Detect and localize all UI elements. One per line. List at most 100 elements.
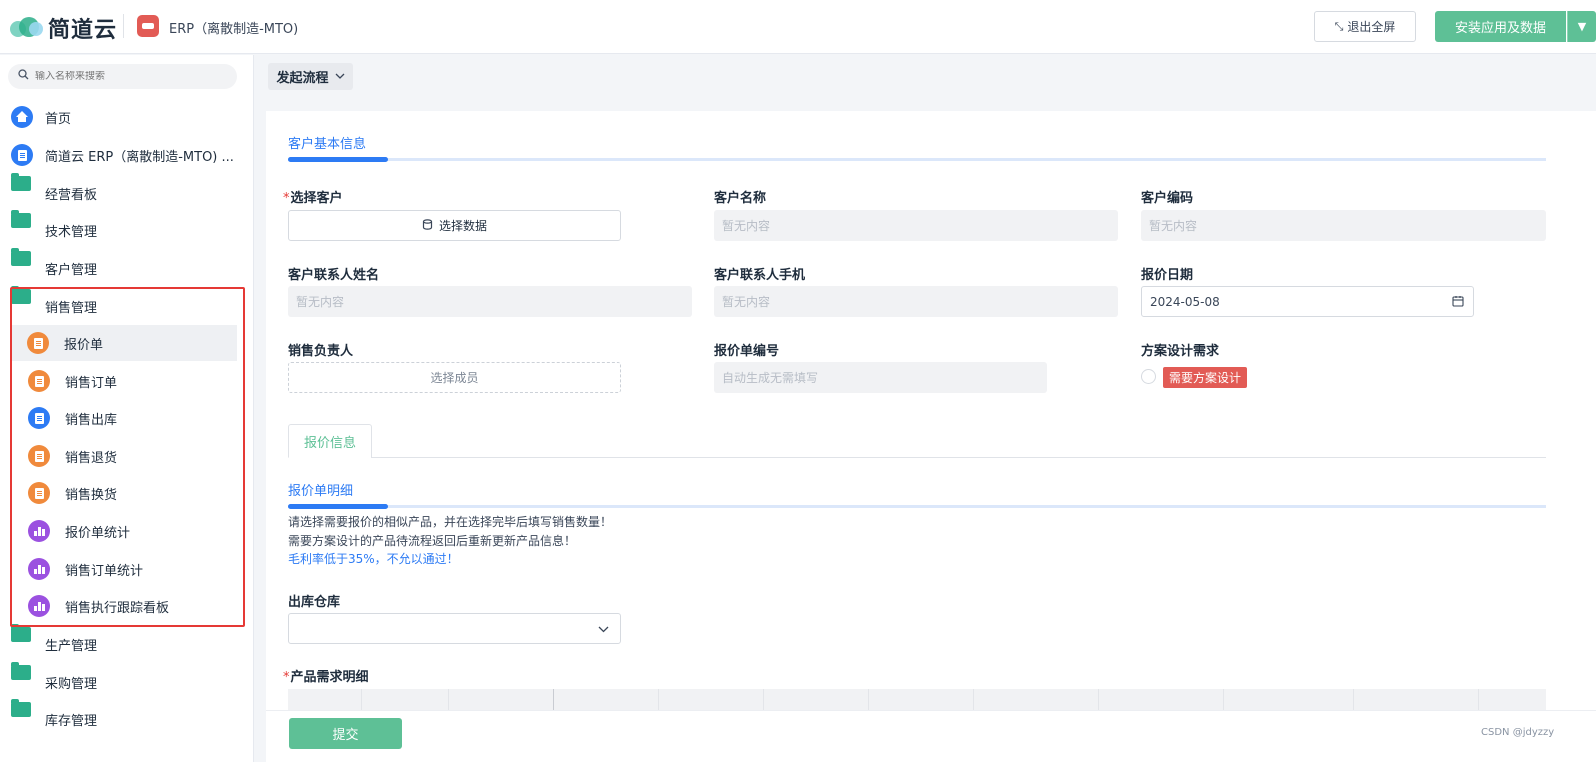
sidebar-item-sales-outbound[interactable]: 销售出库 <box>0 400 254 436</box>
select-customer-label: *选择客户 <box>283 191 343 206</box>
sidebar-item-purchase[interactable]: 采购管理 <box>0 662 254 700</box>
sidebar-item-label: 销售换货 <box>65 487 118 503</box>
section-underline <box>288 504 1546 509</box>
form-icon <box>28 370 50 392</box>
sidebar-item-label: 库存管理 <box>45 713 98 729</box>
install-app-button[interactable]: 安装应用及数据 <box>1435 11 1566 42</box>
sidebar-item-label: 简道云 ERP（离散制造-MTO) ... <box>45 149 234 165</box>
calendar-icon[interactable] <box>1452 295 1464 310</box>
design-need-radio[interactable] <box>1141 369 1156 384</box>
sidebar-item-label: 技术管理 <box>45 224 98 240</box>
quote-no-field: 自动生成无需填写 <box>714 362 1047 393</box>
header-divider <box>123 14 124 38</box>
document-icon <box>11 144 33 166</box>
logo-text: 简道云 <box>48 18 118 43</box>
sidebar-item-sales-return[interactable]: 销售退货 <box>0 438 254 474</box>
product-detail-label: *产品需求明细 <box>283 670 369 685</box>
sidebar-item-label: 报价单统计 <box>65 525 131 541</box>
sales-owner-label: 销售负责人 <box>288 344 354 359</box>
exit-fullscreen-label: 退出全屏 <box>1347 20 1396 34</box>
search-icon <box>18 69 29 84</box>
chevron-down-icon: ▼ <box>1577 20 1587 33</box>
install-dropdown-button[interactable]: ▼ <box>1567 11 1596 42</box>
section-underline <box>288 157 1546 162</box>
section-title-basic: 客户基本信息 <box>288 137 367 152</box>
sidebar-item-label: 销售订单统计 <box>65 563 144 579</box>
select-data-label: 选择数据 <box>438 219 487 233</box>
form-icon <box>28 482 50 504</box>
warehouse-select[interactable] <box>288 613 621 644</box>
quote-date-value: 2024-05-08 <box>1150 294 1220 309</box>
design-need-label: 方案设计需求 <box>1141 344 1220 359</box>
folder-open-icon <box>11 286 31 304</box>
sidebar-item-home[interactable]: 首页 <box>0 99 254 135</box>
sidebar-item-sales-tracking[interactable]: 销售执行跟踪看板 <box>0 588 254 624</box>
form-icon <box>27 332 49 354</box>
sidebar-item-tech[interactable]: 技术管理 <box>0 210 254 248</box>
tab-divider <box>371 457 1546 458</box>
start-flow-label: 发起流程 <box>276 71 329 86</box>
form-icon <box>28 407 50 429</box>
form-card <box>266 111 1596 762</box>
sidebar-item-dashboard[interactable]: 经营看板 <box>0 173 254 211</box>
design-need-option[interactable]: 需要方案设计 <box>1163 367 1248 388</box>
folder-icon <box>11 248 31 266</box>
quote-date-label: 报价日期 <box>1141 268 1194 283</box>
top-bar: 简道云 ERP（离散制造-MTO) ⤡ 退出全屏 安装应用及数据 ▼ <box>0 0 1596 54</box>
form-icon <box>28 445 50 467</box>
sidebar-item-label: 经营看板 <box>45 187 98 203</box>
folder-icon <box>11 699 31 717</box>
sidebar-item-label: 采购管理 <box>45 676 98 692</box>
sidebar-item-label: 首页 <box>45 111 72 127</box>
sidebar-item-sales-order[interactable]: 销售订单 <box>0 363 254 399</box>
sidebar-item-inventory[interactable]: 库存管理 <box>0 699 254 737</box>
sidebar-item-sales[interactable]: 销售管理 <box>0 286 254 324</box>
chevron-down-icon <box>335 73 344 79</box>
chart-icon <box>28 558 50 580</box>
sidebar-item-quotation[interactable]: 报价单 <box>12 325 237 361</box>
logo-icon <box>10 14 46 42</box>
select-member-button[interactable]: 选择成员 <box>288 362 621 393</box>
sidebar-item-quote-stats[interactable]: 报价单统计 <box>0 513 254 549</box>
folder-icon <box>11 210 31 228</box>
search-box[interactable] <box>8 64 237 89</box>
contact-name-label: 客户联系人姓名 <box>288 268 380 283</box>
app-icon <box>137 15 159 37</box>
select-data-button[interactable]: 选择数据 <box>288 210 621 241</box>
warehouse-label: 出库仓库 <box>288 595 341 610</box>
logo[interactable]: 简道云 <box>10 12 117 44</box>
watermark: CSDN @jdyzzy <box>1481 727 1555 738</box>
form-footer <box>266 710 1596 762</box>
sidebar-item-label: 报价单 <box>64 337 104 353</box>
app-title: ERP（离散制造-MTO) <box>169 22 299 37</box>
customer-code-label: 客户编码 <box>1141 191 1194 206</box>
database-icon <box>422 218 433 233</box>
sidebar-item-label: 销售订单 <box>65 375 118 391</box>
chart-icon <box>28 595 50 617</box>
exit-fullscreen-button[interactable]: ⤡ 退出全屏 <box>1314 11 1416 42</box>
sidebar-item-sales-exchange[interactable]: 销售换货 <box>0 475 254 511</box>
tab-quote-info[interactable]: 报价信息 <box>288 424 372 458</box>
sidebar-item-label: 销售出库 <box>65 412 118 428</box>
sidebar-item-label: 销售执行跟踪看板 <box>65 600 170 616</box>
submit-button[interactable]: 提交 <box>289 718 402 749</box>
collapse-icon: ⤡ <box>1334 19 1344 33</box>
sidebar-item-customer[interactable]: 客户管理 <box>0 248 254 286</box>
sidebar-item-production[interactable]: 生产管理 <box>0 624 254 662</box>
customer-name-field: 暂无内容 <box>714 210 1118 241</box>
instruction-note-2: 需要方案设计的产品待流程返回后重新更新产品信息！ <box>288 534 577 548</box>
quote-no-label: 报价单编号 <box>714 344 780 359</box>
chart-icon <box>28 520 50 542</box>
instruction-note-3: 毛利率低于35%，不允以通过！ <box>288 552 459 566</box>
sidebar-item-order-stats[interactable]: 销售订单统计 <box>0 551 254 587</box>
folder-icon <box>11 173 31 191</box>
instruction-note-1: 请选择需要报价的相似产品，并在选择完毕后填写销售数量！ <box>288 515 613 529</box>
quote-date-input[interactable]: 2024-05-08 <box>1141 286 1474 317</box>
search-input[interactable] <box>35 71 225 82</box>
product-table-header <box>288 689 1546 711</box>
sidebar-item-label: 客户管理 <box>45 262 98 278</box>
contact-name-field: 暂无内容 <box>288 286 692 317</box>
start-flow-dropdown[interactable]: 发起流程 <box>268 63 353 90</box>
sidebar-item-erp-intro[interactable]: 简道云 ERP（离散制造-MTO) ... <box>0 137 254 173</box>
contact-phone-field: 暂无内容 <box>714 286 1118 317</box>
